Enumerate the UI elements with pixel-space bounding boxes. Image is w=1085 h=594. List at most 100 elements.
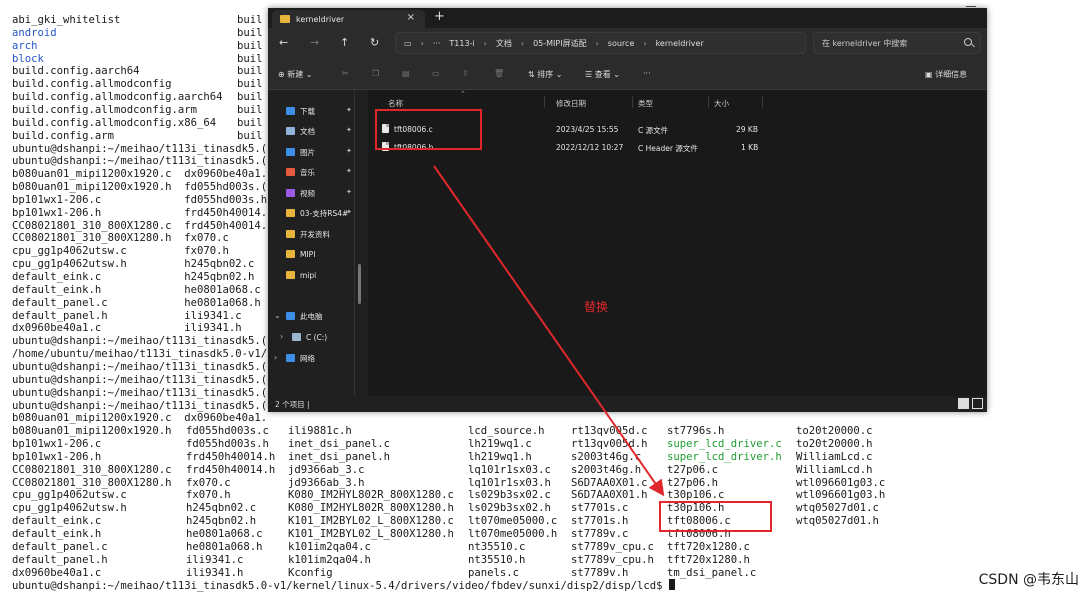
file-type: C 源文件 [638, 126, 669, 135]
terminal-text: build.config.arm [12, 129, 115, 142]
breadcrumb-t113[interactable]: T113-i [449, 39, 474, 48]
terminal-text: b080uan01_mipi1200x1920.h fd055hd003s.( [12, 181, 268, 194]
nav-item[interactable]: mipi [286, 268, 316, 282]
status-bar: 2 个项目 | [268, 396, 987, 412]
terminal-file-entry: ili9341.c [186, 553, 244, 566]
pin-icon[interactable]: ✦ [346, 147, 352, 155]
terminal-file-entry: fx070.c [186, 476, 231, 489]
nav-item[interactable]: 文档 [286, 124, 315, 138]
nav-item[interactable]: 下载 [286, 104, 315, 118]
nav-item[interactable]: 视频 [286, 186, 315, 200]
chevron-icon[interactable]: ⌄ [274, 311, 281, 320]
terminal-text: buil [237, 39, 263, 52]
nav-item[interactable]: 此电脑 [286, 309, 323, 323]
terminal-file-entry: lq101r1sx03.h [468, 476, 551, 489]
terminal-file-entry: lh219wq1.c [468, 438, 532, 451]
pin-icon[interactable]: ✦ [346, 106, 352, 114]
col-header-date[interactable]: 修改日期 [556, 98, 586, 109]
nav-item[interactable]: MIPI [286, 247, 315, 261]
more-icon[interactable]: ··· [643, 69, 651, 78]
terminal-file-entry: rt13qv005d.h [571, 438, 648, 451]
paste-icon[interactable]: ▤ [402, 69, 410, 78]
terminal-text: default_panel.c he0801a068.h [12, 296, 261, 309]
col-divider[interactable] [544, 96, 545, 108]
col-divider[interactable] [708, 96, 709, 108]
breadcrumb-separator: › [643, 38, 647, 48]
terminal-file-entry: lt070me05000.h [468, 528, 558, 540]
terminal-file-entry: bp101wx1-206.c [12, 438, 102, 451]
breadcrumb-kerneldriver[interactable]: kerneldriver [656, 39, 704, 48]
col-divider[interactable] [762, 96, 763, 108]
cut-icon[interactable]: ✂ [342, 69, 349, 78]
chevron-icon[interactable]: › [280, 332, 283, 341]
sort-button[interactable]: ⇅ 排序 ⌄ [528, 69, 563, 80]
terminal-file-entry: s2003t46g.h [571, 463, 642, 476]
terminal-file-entry: ili9881c.h [288, 425, 352, 438]
nav-scrollbar[interactable] [358, 264, 361, 304]
col-header-name[interactable]: 名称 [388, 98, 403, 109]
file-date: 2022/12/12 10:27 [556, 143, 624, 152]
file-explorer-window[interactable]: kerneldriver × + ← → ↑ ↻ ▭ › ··· T113-i … [268, 8, 987, 412]
nav-item-label: 此电脑 [300, 311, 323, 321]
chevron-icon[interactable]: › [274, 353, 277, 362]
terminal-file-entry: fd055hd003s.h [186, 438, 269, 451]
view-button[interactable]: ☰ 查看 ⌄ [585, 69, 620, 80]
terminal-file-entry: inet_dsi_panel.c [288, 438, 391, 451]
tab-close-icon[interactable]: × [407, 12, 415, 23]
nav-item[interactable]: 音乐 [286, 165, 315, 179]
terminal-file-entry: s2003t46g.c [571, 450, 642, 463]
nav-item-label: 03-支持RS4# [300, 208, 349, 218]
share-icon[interactable]: ⇪ [462, 69, 469, 78]
pin-icon[interactable]: ✦ [346, 126, 352, 134]
copy-icon[interactable]: ❐ [372, 69, 379, 78]
terminal-file-entry: K101_IM2BYL02_L_800X1280.c [288, 515, 454, 528]
terminal-text: default_panel.h ili9341.c [12, 309, 242, 322]
nav-item-icon [286, 271, 295, 279]
col-header-size[interactable]: 大小 [714, 98, 729, 109]
breadcrumb-docs[interactable]: 文档 [496, 38, 512, 49]
command-toolbar: ⊕ 新建 ⌄ ✂ ❐ ▤ ▭ ⇪ 🗑 ⇅ 排序 ⌄ ☰ 查看 ⌄ ··· ▣ 详… [268, 58, 987, 90]
nav-item[interactable]: 图片 [286, 145, 315, 159]
details-button[interactable]: ▣ 详细信息 [925, 69, 967, 80]
nav-item-icon [286, 354, 295, 362]
terminal-file-entry: he0801a068.h [186, 540, 263, 553]
up-arrow-icon[interactable]: ↑ [340, 36, 349, 49]
breadcrumb-more[interactable]: ··· [433, 39, 441, 48]
nav-item[interactable]: 03-支持RS4# [286, 206, 348, 220]
refresh-icon[interactable]: ↻ [370, 36, 379, 49]
col-header-type[interactable]: 类型 [638, 98, 653, 109]
delete-icon[interactable]: 🗑 [494, 69, 504, 78]
terminal-file-entry: default_panel.c [12, 540, 108, 553]
terminal-prompt[interactable]: ubuntu@dshanpi:~/meihao/t113i_tinasdk5.0… [12, 579, 675, 592]
terminal-text: build.config.allmodconfig [12, 78, 172, 91]
terminal-text: CC08021801_310_800X1280.h fx070.c [12, 232, 229, 245]
back-arrow-icon[interactable]: ← [279, 36, 288, 49]
tiles-view-icon[interactable] [972, 398, 983, 409]
breadcrumb-mipi[interactable]: 05-MIPI屏适配 [533, 38, 587, 49]
terminal-text: bp101wx1-206.h frd450h40014. [12, 206, 268, 219]
breadcrumb-source[interactable]: source [608, 39, 635, 48]
search-icon[interactable] [964, 38, 972, 46]
terminal-text: b080uan01_mipi1200x1920.c dx0960be40a1. [12, 412, 268, 425]
terminal-file-entry: frd450h40014.h [186, 450, 276, 463]
forward-arrow-icon[interactable]: → [310, 36, 319, 49]
new-button[interactable]: ⊕ 新建 ⌄ [278, 69, 313, 80]
terminal-file-entry: st7796s.h [667, 425, 725, 438]
terminal-file-entry: tft720x1280.h [667, 553, 750, 566]
nav-item[interactable]: 开发资料 [286, 227, 330, 241]
terminal-text: build.config.aarch64 [12, 65, 140, 78]
terminal-text: default_eink.c h245qbn02.h [12, 271, 255, 283]
pin-icon[interactable]: ✦ [346, 167, 352, 175]
pin-icon[interactable]: ✦ [346, 188, 352, 196]
address-input[interactable]: ▭ › ··· T113-i › 文档 › 05-MIPI屏适配 › sourc… [395, 32, 806, 54]
nav-item[interactable]: 网络 [286, 351, 315, 365]
pin-icon[interactable]: ✦ [346, 208, 352, 216]
explorer-tab[interactable]: kerneldriver × [272, 10, 425, 28]
rename-icon[interactable]: ▭ [432, 69, 440, 78]
col-divider[interactable] [632, 96, 633, 108]
nav-item-label: 视频 [300, 188, 315, 198]
new-tab-icon[interactable]: + [434, 9, 445, 24]
nav-item[interactable]: C (C:) [292, 330, 327, 344]
details-view-icon[interactable] [958, 398, 969, 409]
search-input[interactable]: 在 kerneldriver 中搜索 [813, 32, 981, 54]
